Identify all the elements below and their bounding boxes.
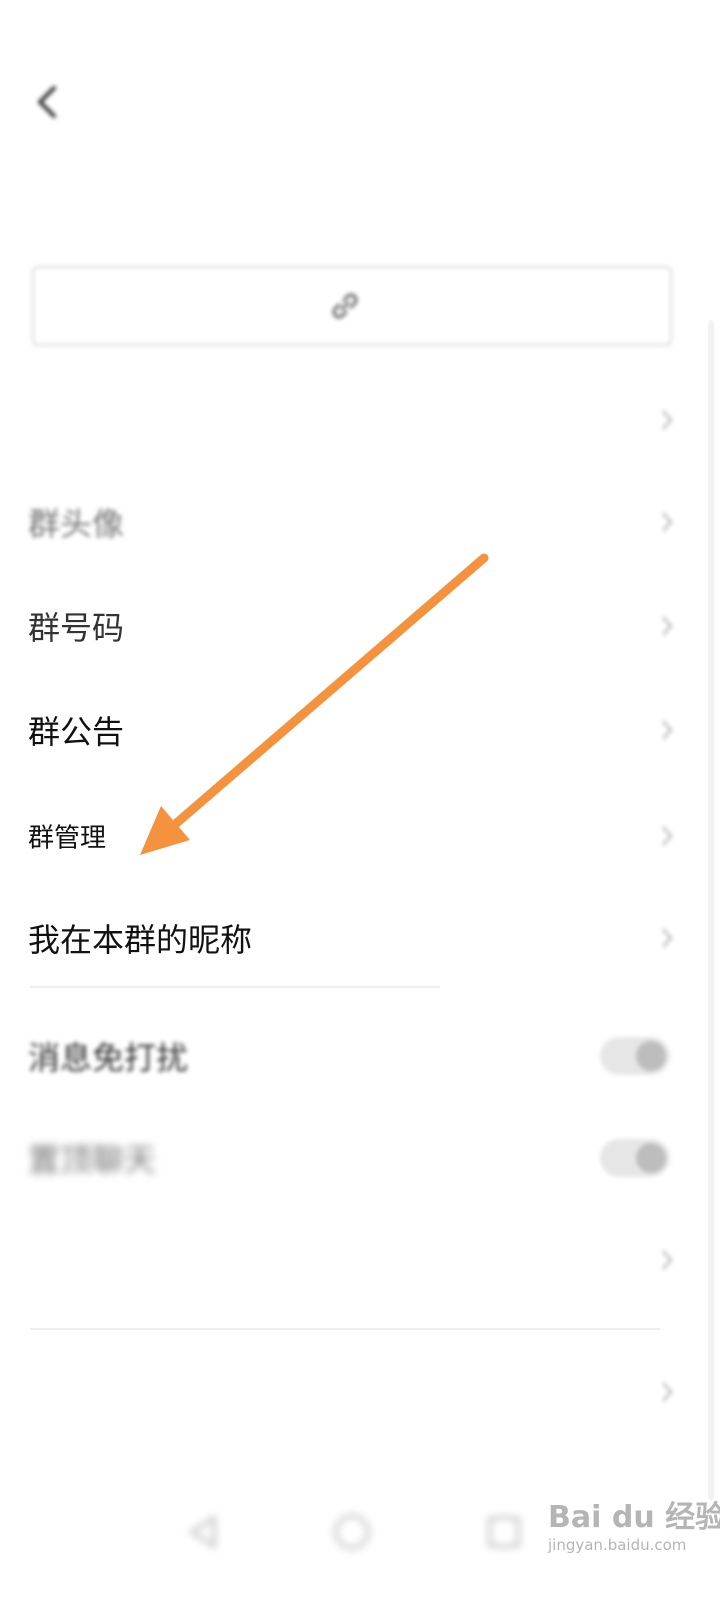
- top-nav-bar: [0, 60, 720, 140]
- baidu-jingyan-watermark: Bai du 经验 jingyan.baidu.com: [540, 1492, 720, 1562]
- row-my-nickname[interactable]: 我在本群的昵称: [0, 886, 720, 990]
- chevron-right-icon: [662, 928, 673, 948]
- do-not-disturb-toggle[interactable]: [600, 1037, 670, 1075]
- chevron-right-icon: [662, 616, 673, 636]
- row-label: 消息免打扰: [28, 1039, 189, 1077]
- status-bar: [0, 0, 720, 50]
- triangle-back-icon[interactable]: [182, 1510, 226, 1554]
- row-pin-chat[interactable]: 置顶聊天: [0, 1106, 720, 1210]
- pin-chat-toggle[interactable]: [600, 1139, 670, 1177]
- chevron-right-icon: [662, 512, 673, 532]
- chevron-right-icon: [662, 410, 673, 430]
- row-report[interactable]: [0, 1208, 720, 1312]
- chevron-right-icon: [662, 826, 673, 846]
- link-icon: [332, 293, 358, 319]
- watermark-sub-text: jingyan.baidu.com: [548, 1536, 687, 1554]
- square-recent-icon[interactable]: [482, 1510, 526, 1554]
- chevron-right-icon: [662, 1250, 673, 1270]
- row-label: 群头像: [28, 505, 125, 543]
- row-group-announcement[interactable]: 群公告: [0, 678, 720, 782]
- row-label: 置顶聊天: [28, 1141, 157, 1179]
- scrollbar[interactable]: [708, 320, 714, 1500]
- row-group-avatar[interactable]: 群头像: [0, 470, 720, 574]
- row-label: 群管理: [28, 823, 107, 854]
- circle-home-icon[interactable]: [330, 1510, 374, 1554]
- share-group-button[interactable]: [32, 266, 672, 346]
- row-label: 我在本群的昵称: [28, 921, 253, 959]
- divider: [30, 1328, 660, 1330]
- row-exit-group[interactable]: [0, 1340, 720, 1444]
- row-group-management[interactable]: 群管理: [0, 784, 720, 888]
- watermark-main-text: Bai du 经验: [548, 1500, 720, 1535]
- row-group-name[interactable]: [0, 368, 720, 472]
- row-label: 群号码: [28, 609, 125, 647]
- row-do-not-disturb[interactable]: 消息免打扰: [0, 1004, 720, 1108]
- divider: [30, 986, 440, 988]
- row-group-number[interactable]: 群号码: [0, 574, 720, 678]
- row-label: 群公告: [28, 713, 125, 751]
- chevron-right-icon: [662, 720, 673, 740]
- chevron-left-icon[interactable]: [28, 82, 68, 122]
- chevron-right-icon: [662, 1382, 673, 1402]
